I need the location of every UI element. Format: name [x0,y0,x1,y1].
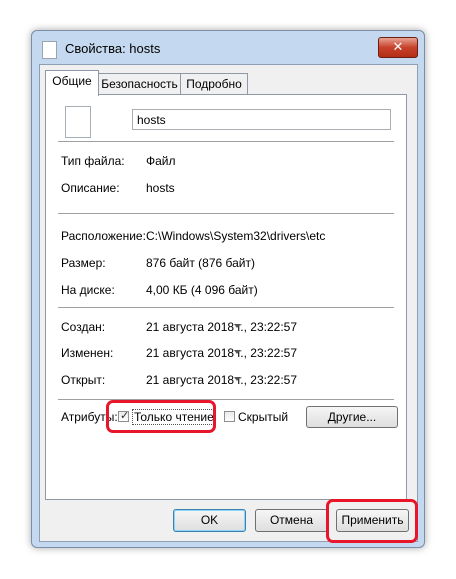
chevron-down-icon [234,348,240,354]
tab-general[interactable]: Общие [45,70,99,96]
chevron-down-icon [234,375,240,381]
separator [58,141,394,142]
title-bar[interactable]: Свойства: hosts ✕ [32,31,424,65]
dialog-client: Общие Безопасность Подробно [39,64,418,542]
modified-value: 21 августа 2018 г., 23:22:57 [146,346,297,360]
file-type-value: Файл [146,154,176,168]
close-button[interactable]: ✕ [378,37,418,58]
file-type-label: Тип файла: [61,154,125,168]
ok-button[interactable]: OK [173,509,246,532]
size-on-disk-label: На диске: [61,283,115,297]
accessed-label: Открыт: [61,373,106,387]
file-name-input[interactable]: hosts [132,109,391,130]
tab-security[interactable]: Безопасность [97,73,182,94]
created-label: Создан: [61,320,106,334]
description-label: Описание: [61,181,120,195]
separator [58,399,394,400]
highlight-readonly [106,400,216,433]
description-value: hosts [146,181,175,195]
accessed-value: 21 августа 2018 г., 23:22:57 [146,373,297,387]
tab-details[interactable]: Подробно [180,73,248,94]
size-label: Размер: [61,256,106,270]
hidden-checkbox[interactable] [224,411,235,422]
chevron-down-icon [234,322,240,328]
document-icon [65,106,91,138]
separator [58,307,394,308]
window-title: Свойства: hosts [65,41,161,56]
size-on-disk-value: 4,00 КБ (4 096 байт) [146,283,258,297]
file-icon [42,41,57,59]
location-value: C:\Windows\System32\drivers\etc [146,229,326,243]
size-value: 876 байт (876 байт) [146,256,255,270]
advanced-button[interactable]: Другие... [306,406,398,428]
highlight-apply [326,499,418,543]
created-value: 21 августа 2018 г., 23:22:57 [146,320,297,334]
separator [58,213,394,214]
cancel-button[interactable]: Отмена [255,509,328,532]
location-label: Расположение: [61,229,146,243]
hidden-label[interactable]: Скрытый [238,410,288,424]
modified-label: Изменен: [61,346,114,360]
